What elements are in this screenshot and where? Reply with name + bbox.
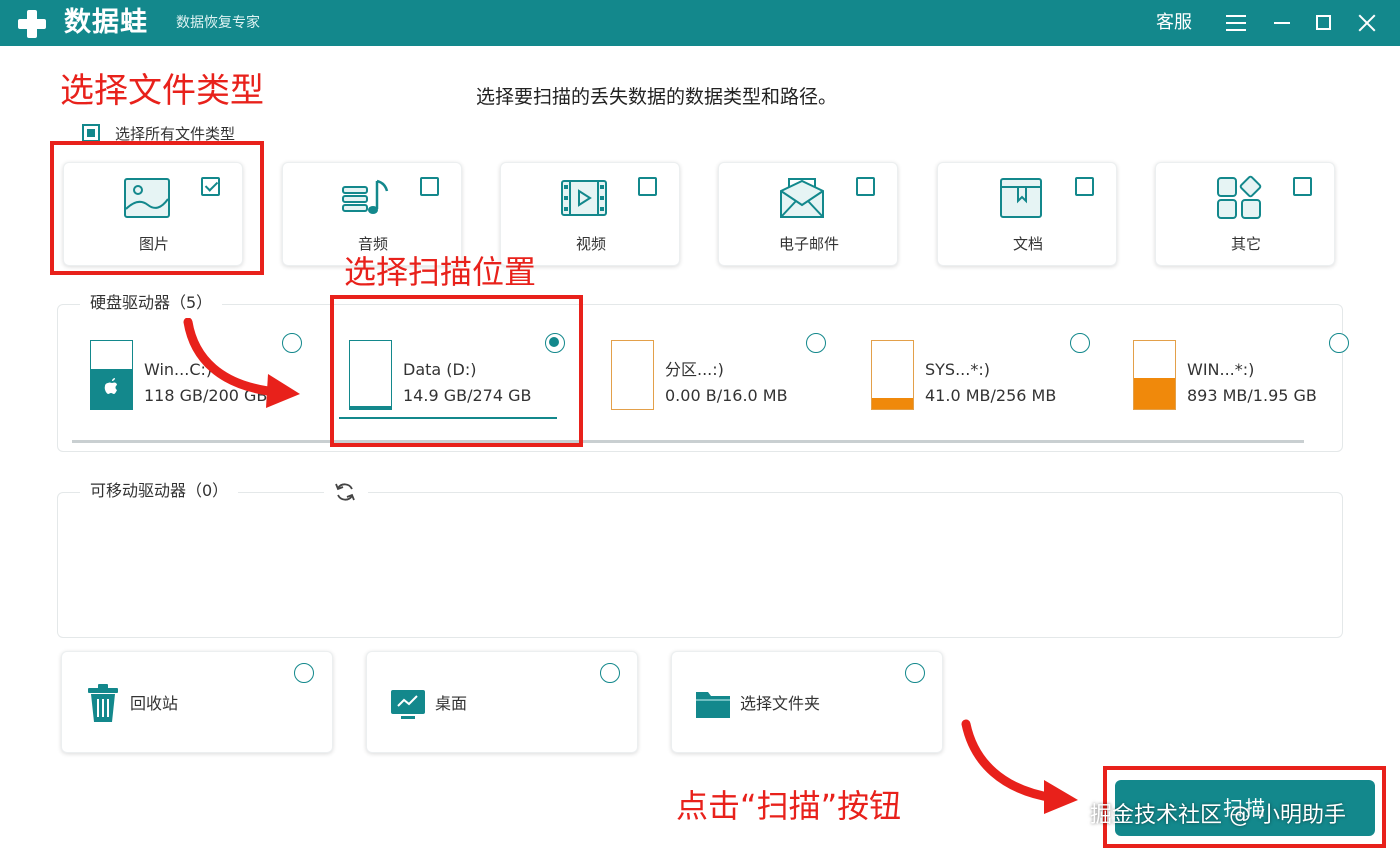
drive-win[interactable]: WIN...*:) 893 MB/1.95 GB [1133, 332, 1393, 422]
drive-name: SYS...*:) [925, 360, 990, 379]
select-all-box[interactable] [82, 124, 100, 142]
type-label-email: 电子邮件 [778, 235, 839, 253]
other-icon [1217, 175, 1262, 219]
type-checkbox-video[interactable] [638, 177, 657, 196]
location-recycle-bin[interactable]: 回收站 [61, 651, 333, 753]
type-card-email[interactable]: 电子邮件 [718, 162, 898, 266]
windows-drive-icon [90, 340, 133, 410]
close-icon[interactable] [1356, 12, 1378, 34]
menu-icon[interactable] [1226, 14, 1246, 32]
hard-drive-title: 硬盘驱动器（5） [80, 292, 223, 314]
location-select-folder[interactable]: 选择文件夹 [671, 651, 943, 753]
drive-scrollbar[interactable] [72, 440, 1304, 443]
type-label-document: 文档 [1012, 235, 1043, 253]
location-radio-folder[interactable] [905, 663, 925, 683]
document-icon [1000, 178, 1042, 218]
minimize-icon[interactable] [1274, 22, 1290, 24]
refresh-icon[interactable] [334, 481, 356, 503]
drive-icon [1133, 340, 1176, 410]
logo-icon [16, 8, 48, 40]
drive-size: 893 MB/1.95 GB [1187, 386, 1317, 405]
instruction-text: 选择要扫描的丢失数据的数据类型和路径。 [476, 86, 838, 108]
removable-drive-section [57, 492, 1343, 638]
type-label-video: 视频 [575, 235, 606, 253]
type-label-other: 其它 [1230, 235, 1261, 253]
location-label: 桌面 [435, 694, 468, 713]
customer-service-button[interactable]: 客服 [1156, 11, 1192, 35]
type-card-audio[interactable]: 音频 [282, 162, 462, 266]
annotation-select-location: 选择扫描位置 [344, 253, 537, 291]
select-all-checkbox[interactable]: 选择所有文件类型 [82, 123, 235, 143]
type-card-document[interactable]: 文档 [937, 162, 1117, 266]
audio-icon [342, 179, 389, 214]
drive-radio-partition[interactable] [806, 333, 826, 353]
annotation-arrow-1 [183, 318, 300, 408]
drive-radio-win[interactable] [1329, 333, 1349, 353]
drive-size: 41.0 MB/256 MB [925, 386, 1057, 405]
maximize-icon[interactable] [1316, 15, 1331, 30]
type-card-other[interactable]: 其它 [1155, 162, 1335, 266]
drive-name: 分区...:) [665, 360, 724, 379]
location-label: 选择文件夹 [740, 694, 821, 713]
annotation-select-type: 选择文件类型 [60, 71, 264, 111]
location-radio-recycle-bin[interactable] [294, 663, 314, 683]
type-checkbox-document[interactable] [1075, 177, 1094, 196]
annotation-click-scan: 点击“扫描”按钮 [676, 787, 902, 825]
annotation-box-location [330, 295, 583, 447]
removable-drive-title: 可移动驱动器（0） [80, 480, 239, 502]
annotation-arrow-2 [961, 719, 1078, 814]
annotation-box-type [50, 141, 264, 275]
drive-name: WIN...*:) [1187, 360, 1255, 379]
watermark: 掘金技术社区 @ 小明助手 [1090, 803, 1346, 828]
title-bar: 数据蛙 数据恢复专家 客服 [0, 0, 1400, 46]
location-desktop[interactable]: 桌面 [366, 651, 638, 753]
folder-icon [696, 692, 730, 718]
location-label: 回收站 [130, 694, 179, 713]
app-name: 数据蛙 [64, 7, 148, 38]
video-icon [561, 180, 607, 216]
type-label-audio: 音频 [357, 235, 388, 253]
recycle-bin-icon [88, 684, 118, 722]
type-checkbox-audio[interactable] [420, 177, 439, 196]
type-card-video[interactable]: 视频 [500, 162, 680, 266]
drive-size: 0.00 B/16.0 MB [665, 386, 788, 405]
type-checkbox-email[interactable] [856, 177, 875, 196]
drive-icon [871, 340, 914, 410]
app-subtitle: 数据恢复专家 [176, 15, 260, 31]
type-checkbox-other[interactable] [1293, 177, 1312, 196]
drive-partition[interactable]: 分区...:) 0.00 B/16.0 MB [611, 332, 871, 422]
drive-sys[interactable]: SYS...*:) 41.0 MB/256 MB [871, 332, 1131, 422]
desktop-icon [391, 690, 425, 719]
location-radio-desktop[interactable] [600, 663, 620, 683]
drive-icon [611, 340, 654, 410]
email-icon [780, 178, 824, 218]
drive-radio-sys[interactable] [1070, 333, 1090, 353]
